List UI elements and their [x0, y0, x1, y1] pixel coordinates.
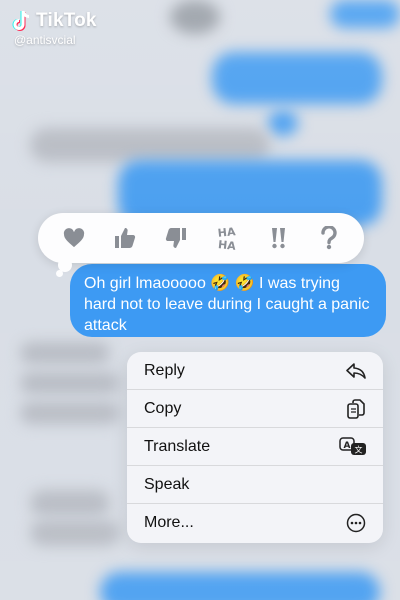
- tiktok-handle: @antisvcial: [14, 33, 76, 47]
- menu-item-copy[interactable]: Copy: [127, 390, 383, 428]
- menu-item-label: More...: [144, 514, 194, 531]
- copy-icon: [345, 398, 367, 420]
- thumbs-down-icon[interactable]: [159, 221, 193, 255]
- thumbs-up-icon[interactable]: [108, 221, 142, 255]
- menu-item-speak[interactable]: Speak: [127, 466, 383, 504]
- more-icon: [345, 512, 367, 534]
- tapback-bar: HA HA: [38, 213, 364, 263]
- translate-icon: A 文: [339, 436, 367, 458]
- menu-item-label: Translate: [144, 437, 211, 455]
- svg-text:文: 文: [355, 444, 363, 454]
- tiktok-logo-icon: [12, 10, 32, 32]
- tiktok-brand: TikTok: [36, 10, 97, 31]
- message-text: Oh girl lmaooooo 🤣 🤣 I was trying hard n…: [84, 275, 370, 334]
- menu-item-label: Speak: [144, 475, 190, 493]
- reply-icon: [345, 360, 367, 382]
- context-menu: Reply Copy Translate A 文 Speak More...: [127, 352, 383, 543]
- svg-text:HA: HA: [217, 238, 236, 251]
- heart-icon[interactable]: [57, 221, 91, 255]
- haha-icon[interactable]: HA HA: [210, 221, 244, 255]
- menu-item-more[interactable]: More...: [127, 504, 383, 542]
- message-bubble[interactable]: Oh girl lmaooooo 🤣 🤣 I was trying hard n…: [70, 264, 386, 337]
- menu-item-label: Copy: [144, 399, 182, 417]
- exclamation-icon[interactable]: [261, 221, 295, 255]
- tapback-tail-small: [56, 270, 63, 277]
- tiktok-watermark: TikTok @antisvcial: [12, 10, 97, 47]
- menu-item-label: Reply: [144, 361, 185, 379]
- menu-item-reply[interactable]: Reply: [127, 352, 383, 390]
- question-icon[interactable]: [312, 221, 346, 255]
- svg-text:A: A: [344, 441, 351, 451]
- menu-item-translate[interactable]: Translate A 文: [127, 428, 383, 466]
